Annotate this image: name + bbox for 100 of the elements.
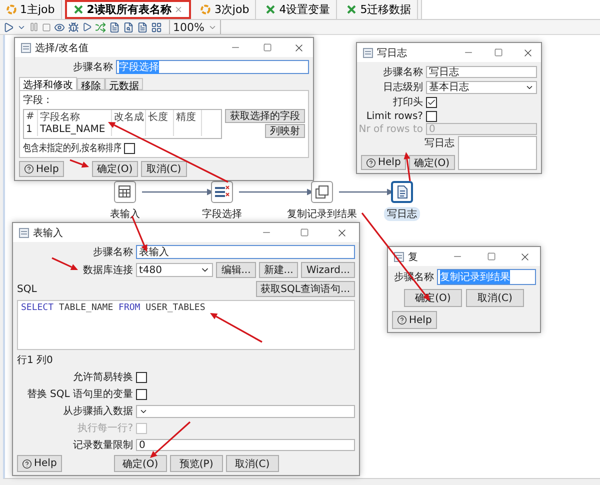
field-label: 记录数量限制 — [73, 438, 133, 452]
field-label: 日志级别 — [383, 80, 423, 94]
file-tab[interactable]: 5迁移数据 — [340, 0, 418, 19]
file-tab[interactable]: 2读取所有表名称 — [64, 0, 192, 19]
connection-dropdown[interactable]: t480 — [136, 263, 214, 277]
column-header: 长度 — [146, 110, 174, 123]
zoom-dropdown[interactable]: 100% — [169, 20, 222, 34]
table-icon — [118, 185, 132, 199]
table-cell: 1 — [24, 123, 38, 136]
annotation-arrow — [150, 421, 191, 458]
help-button[interactable]: Help — [361, 155, 406, 170]
step-node[interactable] — [211, 181, 233, 203]
maximize-icon[interactable] — [494, 48, 502, 57]
checkbox[interactable] — [426, 110, 437, 122]
checkbox[interactable] — [124, 142, 136, 154]
connection-button[interactable]: 编辑... — [216, 262, 256, 278]
help-icon — [366, 158, 376, 168]
ring-icon — [200, 4, 212, 15]
help-icon — [397, 315, 407, 325]
file-icon[interactable] — [137, 22, 148, 32]
column-header: 精度 — [174, 110, 202, 123]
field-label: 打印头 — [393, 96, 423, 109]
step-node[interactable] — [311, 181, 333, 203]
annotation-arrow — [210, 313, 262, 343]
section-label: 字段 : — [23, 94, 51, 107]
preview-button[interactable]: 预览(P) — [170, 455, 223, 472]
step-node[interactable] — [391, 181, 413, 203]
get-fields-button[interactable]: 获取选择的字段 — [225, 109, 305, 123]
field-label: 数据库连接 — [83, 264, 133, 277]
checkbox[interactable] — [136, 388, 147, 400]
help-icon — [24, 164, 34, 174]
annotation-arrow — [404, 152, 411, 182]
cross-icon — [265, 4, 276, 15]
window-icon — [19, 228, 29, 238]
field-label: 允许简易转换 — [73, 370, 133, 384]
eye-icon[interactable] — [54, 22, 65, 32]
list-icon — [214, 185, 230, 199]
maximize-icon[interactable] — [486, 252, 496, 261]
file-tab[interactable]: 4设置变量 — [259, 0, 338, 19]
stop-icon[interactable] — [42, 22, 51, 32]
field-label: Limit rows? — [366, 110, 423, 122]
window-title: 写日志 — [377, 46, 408, 60]
field-label: 步骤名称 — [383, 66, 423, 79]
dropdown-field[interactable]: 基本日志 — [426, 80, 537, 94]
help-button[interactable]: Help — [17, 455, 62, 472]
file-tab[interactable]: 1主job — [0, 0, 62, 19]
get-sql-button[interactable]: 获取SQL查询语句... — [256, 281, 355, 297]
connection-button[interactable]: Wizard... — [301, 262, 355, 278]
mapping-button[interactable]: 列映射 — [265, 124, 305, 138]
play-icon[interactable] — [3, 22, 14, 32]
checkbox[interactable] — [426, 96, 437, 108]
maximize-icon[interactable] — [300, 228, 308, 237]
field-label: 替换 SQL 语句里的变量 — [26, 388, 133, 401]
maximize-icon[interactable] — [262, 43, 272, 52]
pause-icon[interactable] — [29, 22, 39, 32]
ok-button[interactable]: 确定(O) — [92, 161, 138, 177]
play-icon[interactable] — [82, 22, 92, 32]
column-header: # — [24, 110, 38, 123]
field-label: Nr of rows to — [358, 124, 423, 134]
step-node[interactable] — [114, 181, 136, 203]
field-label: 执行每一行? — [78, 422, 133, 435]
checkbox-label: 包含未指定的列,按名称排序 — [23, 142, 122, 155]
window-title: 表输入 — [33, 226, 64, 240]
connection-button[interactable]: 新建... — [258, 262, 298, 278]
shuffle-icon[interactable] — [95, 22, 106, 32]
help-button[interactable]: Help — [392, 311, 437, 329]
dialog-tab[interactable]: 元数据 — [105, 78, 143, 90]
help-icon — [22, 458, 32, 468]
file-icon[interactable] — [109, 22, 120, 32]
field-label: 步骤名称 — [93, 246, 133, 259]
step-label: 字段选择 — [201, 208, 243, 221]
cross-icon — [346, 4, 358, 15]
field-label: 从步骤插入数据 — [63, 404, 133, 418]
grid-icon[interactable] — [151, 22, 162, 32]
text-field[interactable]: 写日志 — [426, 66, 537, 78]
file-search-icon[interactable] — [123, 22, 134, 32]
copy-icon — [315, 185, 329, 199]
cancel-button[interactable]: 取消(C) — [226, 455, 279, 472]
cancel-button[interactable]: 取消(C) — [140, 161, 187, 177]
file-tab[interactable]: 3次job — [194, 0, 256, 19]
window-title: 复 — [408, 250, 419, 264]
dropdown-field[interactable] — [136, 404, 355, 418]
hop-arrow — [339, 188, 394, 196]
sql-label: SQL — [17, 284, 37, 294]
step-label: 复制记录到结果 — [286, 208, 358, 221]
cancel-button[interactable]: 取消(C) — [466, 289, 524, 307]
checkbox[interactable] — [136, 372, 147, 382]
step-label: 写日志 — [384, 207, 420, 221]
dialog-tab[interactable]: 选择和修改 — [19, 77, 77, 90]
sql-editor[interactable]: SELECT TABLE_NAME FROM USER_TABLES — [17, 300, 355, 350]
bug-icon[interactable] — [68, 22, 79, 32]
ring-icon — [6, 4, 17, 15]
window-icon — [21, 42, 31, 52]
annotation-arrow — [52, 257, 78, 270]
help-button[interactable]: Help — [19, 161, 64, 177]
text-field[interactable]: 0 — [136, 439, 355, 451]
dialog-tab[interactable]: 移除 — [77, 78, 105, 90]
window-icon — [363, 48, 373, 58]
ok-button[interactable]: 确定(O) — [408, 155, 454, 170]
ok-button[interactable]: 确定(O) — [114, 455, 167, 472]
